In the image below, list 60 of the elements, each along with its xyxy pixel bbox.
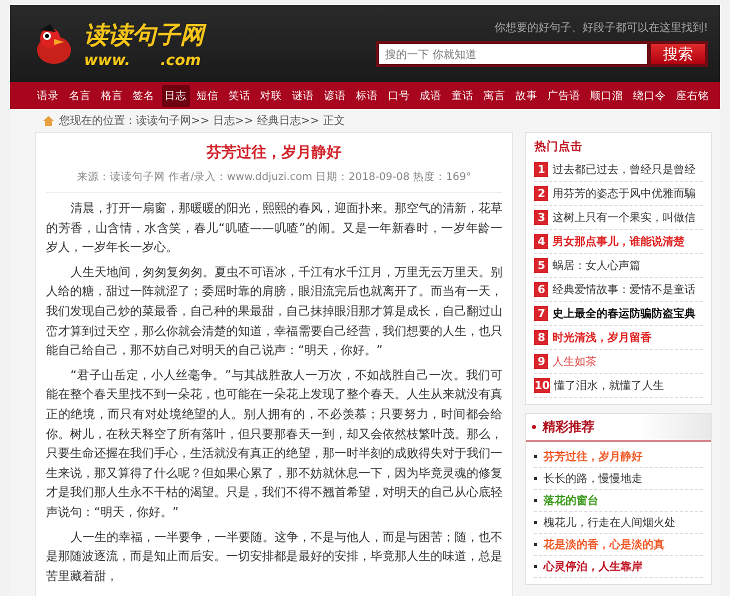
nav-item[interactable]: 对联 <box>257 84 286 106</box>
article-paragraph: 人生天地间，匆匆复匆匆。夏虫不可语冰，千江有水千江月，万里无云万里天。别人给的糖，甜过一阵就涩了；委屈时靠的肩膀，眼泪流完后也就离开了。而当有一天，我们发现自己炒的菜最香，自己种的果最甜，自己抹掉眼泪那才算是成长，自己翻过山峦才算到过天空，那么你就会清楚的知道，幸福需要自己经营，我们想要的人生，也只能自己给自己，那不妨自己对明天的自己说声：“明天，你好。” <box>46 264 502 360</box>
panel-title: 热门点击 <box>534 139 584 155</box>
nav-item[interactable]: 签名 <box>130 84 158 106</box>
nav-item[interactable]: 绕口令 <box>630 84 670 106</box>
nav-item[interactable]: 谚语 <box>321 84 350 106</box>
nav-item[interactable]: 谜语 <box>289 84 318 106</box>
nav-item[interactable]: 故事 <box>512 84 540 106</box>
rank-badge: 8 <box>534 330 548 345</box>
article-paragraph: 清晨，打开一扇窗，那暖暖的阳光，熙熙的春风，迎面扑来。那空气的清新，花草的芳香，山含情，水含笑，春儿“叽喳——叽喳”的闹。又是一年新春时，一岁年龄一岁人，一岁年长一岁心。 <box>46 200 502 256</box>
hot-link[interactable]: 时光清浅，岁月留香 <box>552 330 652 345</box>
nav-item[interactable]: 寓言 <box>480 84 508 106</box>
search-button[interactable]: 搜索 <box>651 44 705 64</box>
breadcrumb: 您现在的位置：读读句子网>> 日志>> 经典日志>> 正文 <box>59 113 345 128</box>
recommend-link[interactable]: 心灵停泊，人生靠岸 <box>543 559 642 574</box>
rank-badge: 3 <box>534 210 548 225</box>
article-title: 芬芳过往，岁月静好 <box>205 143 343 162</box>
recommend-link[interactable]: 槐花儿，行走在人间烟火处 <box>543 515 676 530</box>
logo-url: .com <box>160 50 201 68</box>
panel-title: 精彩推荐 <box>542 419 594 436</box>
recommend-link[interactable]: 长长的路，慢慢地走 <box>543 471 642 486</box>
nav-item[interactable]: 标语 <box>352 84 381 106</box>
hot-link[interactable]: 这树上只有一个果实，叫做信 <box>552 210 696 225</box>
hot-link[interactable]: 用芬芳的姿态于风中优雅而騸 <box>552 186 696 201</box>
nav-item[interactable]: 日志 <box>162 84 190 106</box>
logo-url: www. <box>84 50 130 68</box>
nav-item[interactable]: 童话 <box>448 84 477 106</box>
nav-item[interactable]: 格言 <box>98 84 126 106</box>
rank-badge: 1 <box>534 162 548 177</box>
rank-badge: 10 <box>534 378 550 393</box>
hot-link[interactable]: 人生如茶 <box>552 354 596 369</box>
home-icon <box>42 114 55 126</box>
rank-badge: 4 <box>534 234 548 249</box>
logo-title: 读读句子网 <box>84 18 204 50</box>
nav-item[interactable]: 名言 <box>66 84 94 106</box>
nav-item[interactable]: 座右铭 <box>672 84 712 106</box>
article-paragraph: 人一生的幸福，一半要争，一半要随。这争，不是与他人，而是与困苦；随，也不是那随波逐流，而是知止而后安。一切安排都是最好的安排，毕竟那人生的味道，总是苦里藏着甜， <box>46 528 502 585</box>
hot-link[interactable]: 懂了泪水，就懂了人生 <box>554 378 664 393</box>
hot-link[interactable]: 过去都已过去，曾经只是曾经 <box>552 162 696 177</box>
nav-item[interactable]: 口号 <box>384 84 413 106</box>
article-meta: 来源：读读句子网 作者/录入：www.ddjuzi.com 日期：2018-09-08 热度：169° <box>46 170 502 193</box>
rank-badge: 9 <box>534 354 548 369</box>
hot-link[interactable]: 史上最全的春运防骗防盗宝典 <box>552 306 696 321</box>
article-paragraph: “君子山岳定，小人丝毫争。”与其战胜敌人一万次，不如战胜自己一次。我们可能在整个春天里找不到一朵花，也可能在一朵花上发现了整个春天。人生从来就没有真正的绝境，而只有对处境绝望的人。别人拥有的，不必羡慕；只要努力，时间都会给你。树儿，在秋天释空了所有落叶，但只要那春天一到，却又会依然枝繁叶茂。那么，只要生命还握在我们手心，生活就没有真正的绝望，那一时半刻的成败得失对于我们一生来说，那又算得了什么呢？但如果心累了，那不妨就休息一下，因为毕竟灵魂的修复才是我们那人生永不干枯的渴望。只是，我们不得不翘首希望，对明天的自己从心底轻声说句：“明天，你好。” <box>46 366 502 521</box>
hot-link[interactable]: 经典爱情故事：爱情不是童话 <box>552 282 696 297</box>
rank-badge: 2 <box>534 186 548 201</box>
rank-badge: 5 <box>534 258 548 273</box>
search-field[interactable]: 搜的一下 你就知道 <box>379 44 647 64</box>
nav-item[interactable]: 顺口溜 <box>587 84 626 106</box>
nav-item[interactable]: 语录 <box>34 84 62 106</box>
hot-link[interactable]: 男女那点事儿，谁能说清楚 <box>552 234 684 249</box>
rank-badge: 6 <box>534 282 548 297</box>
nav-item[interactable]: 笑话 <box>225 84 254 106</box>
site-slogan: 你想要的好句子、好段子都可以在这里找到! <box>494 20 708 35</box>
recommend-link[interactable]: 落花的窗台 <box>543 493 598 508</box>
hot-link[interactable]: 蜗居：女人心声篇 <box>552 258 640 273</box>
nav-item[interactable]: 广告语 <box>544 84 584 106</box>
nav-item[interactable]: 成语 <box>416 84 445 106</box>
rank-badge: 7 <box>534 306 548 321</box>
nav-item[interactable]: 短信 <box>193 84 222 106</box>
